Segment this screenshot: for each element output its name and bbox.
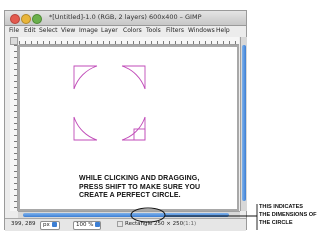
arc-bottom-left <box>73 116 98 141</box>
dimensions-highlight-ellipse <box>130 207 166 223</box>
shape-corner-top-right <box>122 65 146 89</box>
resize-handle <box>133 128 146 141</box>
shape-corner-top-left <box>73 65 97 89</box>
overlay-graphics <box>73 65 258 230</box>
arc-top-right <box>121 65 146 90</box>
arc-top-left <box>73 65 98 90</box>
shape-corner-bottom-right <box>122 117 146 141</box>
arc-bottom-right <box>121 116 146 141</box>
shape-corner-bottom-left <box>73 117 97 141</box>
circle-selection-shape <box>73 65 146 141</box>
